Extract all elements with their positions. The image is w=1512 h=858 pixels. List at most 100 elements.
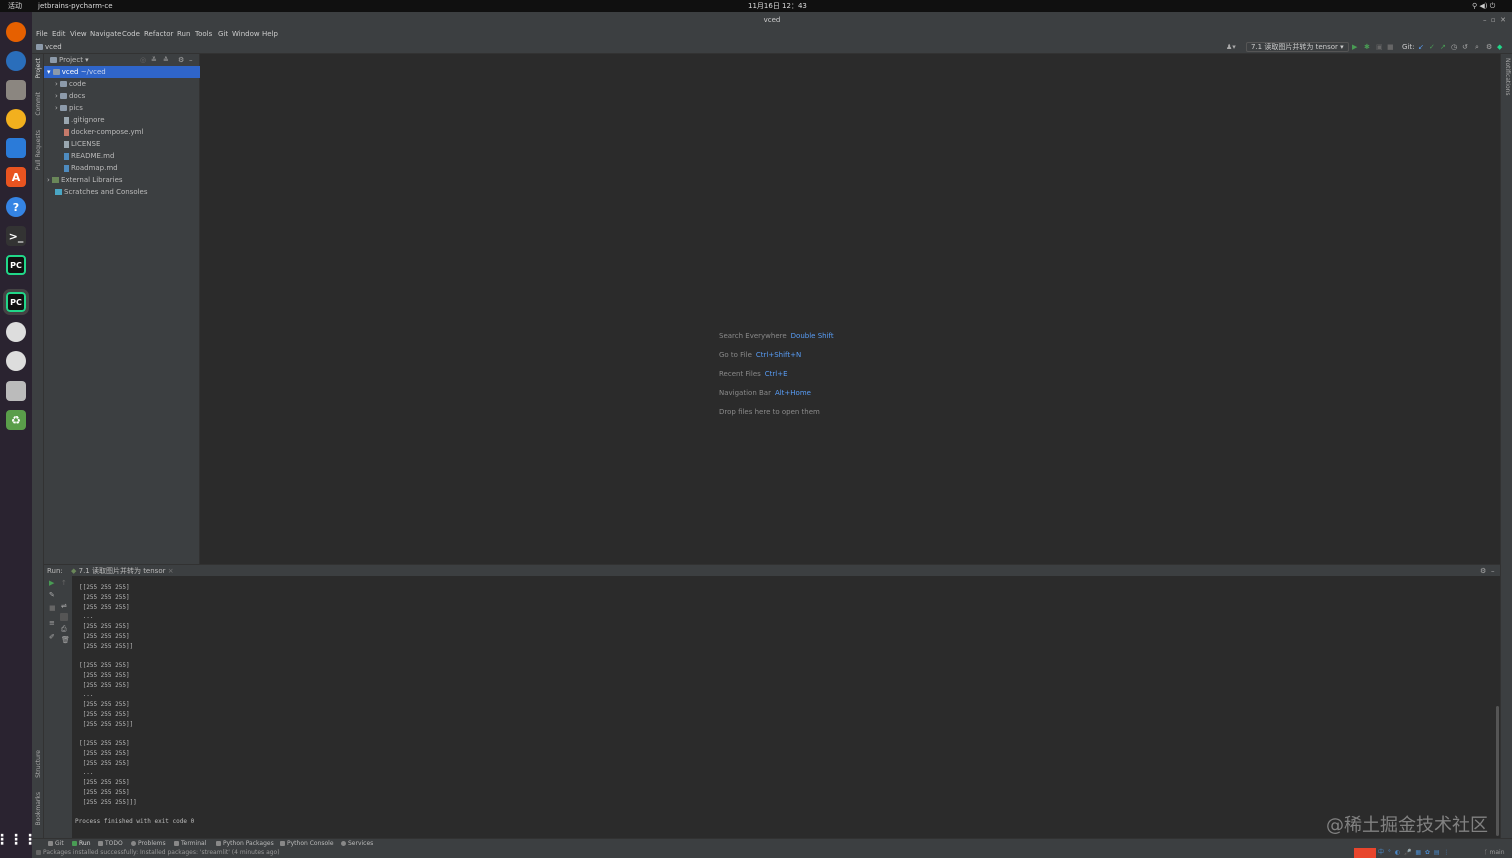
tree-item-license[interactable]: LICENSE: [44, 138, 200, 150]
user-icon[interactable]: ♟▾: [1226, 40, 1236, 54]
soft-wrap-icon[interactable]: ⇌: [61, 602, 67, 610]
help-icon[interactable]: ?: [6, 197, 26, 217]
tree-item-vced[interactable]: ▾ vced ~/vced: [44, 66, 200, 78]
bookmarks-tool-tab[interactable]: Bookmarks: [35, 792, 42, 826]
tree-item-docker-compose[interactable]: docker-compose.yml: [44, 126, 200, 138]
disc-icon-2[interactable]: [6, 351, 26, 371]
terminal-icon[interactable]: >_: [6, 226, 26, 246]
writer-icon[interactable]: [6, 138, 26, 158]
trash-icon[interactable]: ♻: [6, 410, 26, 430]
project-tool-tab[interactable]: Project: [35, 58, 42, 79]
console-exit-message: Process finished with exit code 0: [75, 818, 195, 825]
tree-item-scratches[interactable]: Scratches and Consoles: [44, 186, 200, 198]
wrench-icon[interactable]: ✎: [49, 591, 55, 599]
git-commit-icon[interactable]: ✓: [1429, 40, 1435, 54]
tree-item-gitignore[interactable]: .gitignore: [44, 114, 200, 126]
window-controls[interactable]: – ▫ ✕: [1483, 12, 1506, 28]
active-app-name[interactable]: jetbrains-pycharm-ce: [38, 0, 113, 12]
menu-navigate[interactable]: Navigate: [90, 28, 121, 40]
menu-file[interactable]: File: [36, 28, 48, 40]
rhythmbox-icon[interactable]: [6, 109, 26, 129]
close-tab-icon[interactable]: ×: [168, 567, 174, 575]
run-console[interactable]: [[255 255 255] [255 255 255] [255 255 25…: [72, 576, 1500, 838]
hint-drop-files: Drop files here to open them: [719, 408, 820, 416]
menu-code[interactable]: Code: [122, 28, 140, 40]
status-bar: Packages installed successfully: Install…: [32, 848, 1512, 858]
hide-icon[interactable]: –: [189, 54, 193, 66]
folder-icon: [36, 44, 43, 50]
library-icon: [52, 177, 60, 183]
menu-help[interactable]: Help: [262, 28, 278, 40]
files-icon[interactable]: [6, 80, 26, 100]
project-view-selector[interactable]: Project ▾: [50, 54, 89, 66]
system-tray-icons[interactable]: ⚲ ◀) ⏻: [1472, 0, 1495, 12]
pull-requests-tool-tab[interactable]: Pull Requests: [35, 130, 42, 170]
ime-logo-icon[interactable]: [1354, 848, 1376, 858]
tree-item-pics[interactable]: › pics: [44, 102, 200, 114]
console-scrollbar[interactable]: [1496, 706, 1499, 836]
run-config-selector[interactable]: 7.1 读取图片并转为 tensor ▾: [1246, 42, 1349, 52]
collapse-all-icon[interactable]: ≙: [163, 54, 169, 66]
rollback-icon[interactable]: ↺: [1462, 40, 1468, 54]
menu-tools[interactable]: Tools: [195, 28, 212, 40]
app-grid-icon[interactable]: ⋮⋮⋮: [0, 830, 37, 850]
menu-refactor[interactable]: Refactor: [144, 28, 173, 40]
tree-item-readme[interactable]: README.md: [44, 150, 200, 162]
notifications-tool-tab[interactable]: Notifications: [1504, 58, 1511, 96]
menu-view[interactable]: View: [70, 28, 87, 40]
editor-area[interactable]: Search Everywhere Double Shift Go to File…: [201, 54, 1500, 564]
project-panel: Project ▾ ◎ ≚ ≙ ⚙ – ▾ vced ~/vced › code…: [44, 54, 200, 564]
tree-item-docs[interactable]: › docs: [44, 90, 200, 102]
pycharm-icon[interactable]: PC: [6, 255, 26, 275]
git-update-icon[interactable]: ↙: [1418, 40, 1424, 54]
git-branch[interactable]: ᚴ main: [1484, 848, 1505, 858]
debug-icon[interactable]: ✱: [1364, 40, 1370, 54]
activities-button[interactable]: 活动: [8, 0, 22, 12]
tree-item-external-libraries[interactable]: › External Libraries: [44, 174, 200, 186]
menu-edit[interactable]: Edit: [52, 28, 66, 40]
search-icon[interactable]: ⌕: [1475, 40, 1479, 54]
status-message[interactable]: Packages installed successfully: Install…: [36, 848, 280, 858]
locate-icon[interactable]: ◎: [140, 54, 146, 66]
settings-icon[interactable]: ⚙: [1486, 40, 1492, 54]
menu-git[interactable]: Git: [218, 28, 228, 40]
rerun-icon[interactable]: ▶: [49, 579, 54, 587]
ime-toolbar-icons[interactable]: 中 ° ◐ 🎤 ▦ ✿ ▤ ⋮: [1378, 848, 1450, 858]
clock[interactable]: 11月16日 12：43: [748, 0, 807, 12]
menu-window[interactable]: Window: [232, 28, 260, 40]
print-icon[interactable]: ⎙: [61, 625, 67, 633]
console-line: [255 255 255]: [79, 604, 130, 611]
coverage-icon[interactable]: ▣: [1376, 40, 1383, 54]
drive-icon[interactable]: [6, 381, 26, 401]
clear-icon[interactable]: 🗑: [61, 636, 70, 644]
layout-icon[interactable]: ≡: [49, 619, 55, 627]
stop-icon[interactable]: ■: [1387, 40, 1394, 54]
tree-item-roadmap[interactable]: Roadmap.md: [44, 162, 200, 174]
thunderbird-icon[interactable]: [6, 51, 26, 71]
disc-icon[interactable]: [6, 322, 26, 342]
firefox-icon[interactable]: [6, 22, 26, 42]
expand-all-icon[interactable]: ≚: [151, 54, 157, 66]
scroll-to-end-icon[interactable]: [60, 613, 68, 621]
navigation-bar: vced ♟▾ 7.1 读取图片并转为 tensor ▾ ▶ ✱ ▣ ■ Git…: [32, 40, 1512, 54]
plugin-icon[interactable]: ◆: [1497, 40, 1502, 54]
history-icon[interactable]: ◷: [1451, 40, 1457, 54]
console-line: [255 255 255]: [79, 623, 130, 630]
stop-run-icon[interactable]: ■: [49, 604, 56, 612]
file-icon: [64, 116, 69, 124]
structure-tool-tab[interactable]: Structure: [35, 750, 42, 778]
commit-tool-tab[interactable]: Commit: [35, 92, 42, 116]
pycharm-active-icon[interactable]: PC: [3, 289, 29, 315]
software-icon[interactable]: A: [6, 167, 26, 187]
python-console-icon: [280, 841, 285, 846]
hint-search-everywhere: Search Everywhere Double Shift: [719, 332, 834, 340]
git-push-icon[interactable]: ↗: [1440, 40, 1446, 54]
tree-item-code[interactable]: › code: [44, 78, 200, 90]
up-icon[interactable]: ↑: [61, 579, 67, 587]
run-icon[interactable]: ▶: [1352, 40, 1357, 54]
menu-run[interactable]: Run: [177, 28, 190, 40]
gear-icon[interactable]: ⚙: [178, 54, 184, 66]
pin-icon[interactable]: ✐: [49, 633, 55, 641]
breadcrumb[interactable]: vced: [36, 40, 62, 54]
folder-icon: [52, 69, 60, 75]
